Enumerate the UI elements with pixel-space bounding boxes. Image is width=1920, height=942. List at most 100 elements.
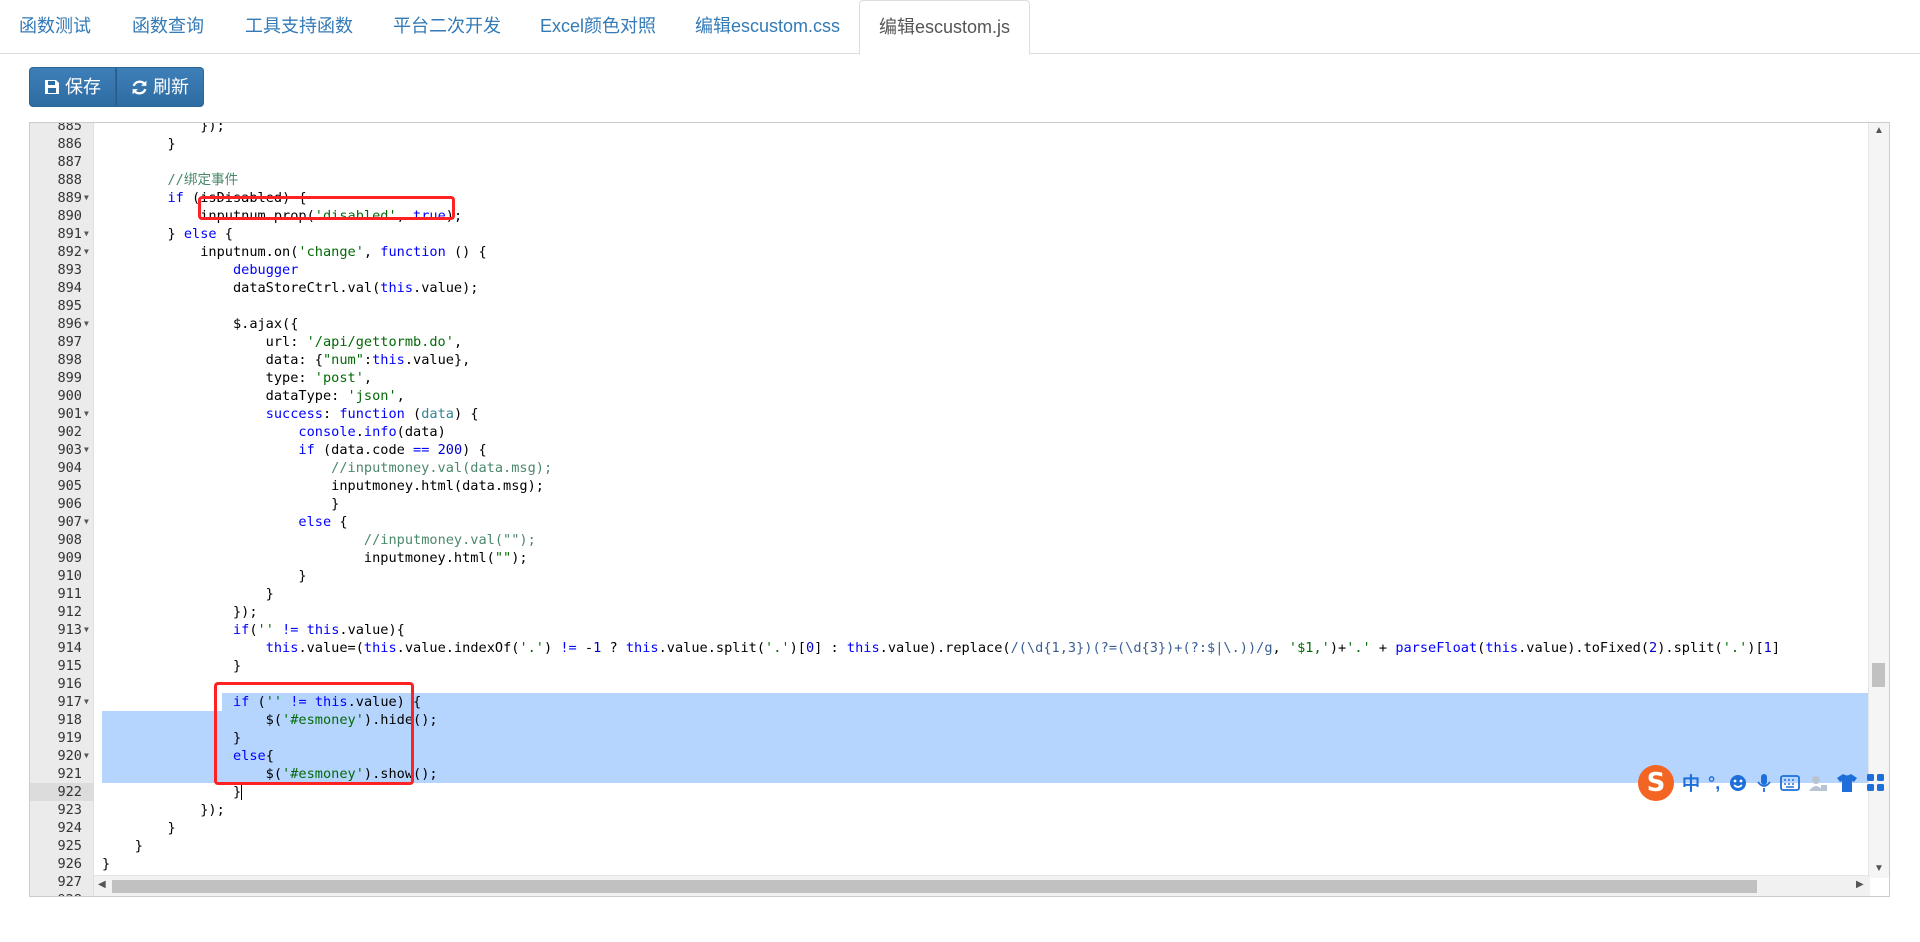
scroll-right-icon[interactable]: ▶: [1856, 879, 1864, 890]
code-line[interactable]: 888 //绑定事件: [30, 171, 1870, 189]
code-text: inputmoney.html(data.msg);: [102, 478, 544, 494]
emoji-icon[interactable]: [1728, 773, 1748, 793]
code-line[interactable]: 892 ▼ inputnum.on('change', function () {: [30, 243, 1870, 261]
code-line[interactable]: 917 ▼ if ('' != this.value) {: [30, 693, 1870, 711]
horizontal-scroll-thumb[interactable]: [112, 880, 1757, 893]
code-line[interactable]: 907 ▼ else {: [30, 513, 1870, 531]
code-text: if ('' != this.value) {: [232, 694, 422, 710]
code-line[interactable]: 901 ▼ success: function (data) {: [30, 405, 1870, 423]
code-line[interactable]: 896 ▼ $.ajax({: [30, 315, 1870, 333]
code-line[interactable]: 915 }: [30, 657, 1870, 675]
code-line[interactable]: 909 inputmoney.html("");: [30, 549, 1870, 567]
code-line[interactable]: 902 console.info(data): [30, 423, 1870, 441]
code-line[interactable]: 922 }: [30, 783, 1870, 801]
code-line[interactable]: 910 }: [30, 567, 1870, 585]
line-number: 887: [57, 154, 82, 170]
code-line[interactable]: 926}: [30, 855, 1870, 873]
refresh-icon: [132, 80, 147, 94]
code-line[interactable]: 887: [30, 153, 1870, 171]
line-number: 895: [57, 298, 82, 314]
fold-toggle-icon[interactable]: ▼: [84, 405, 94, 423]
fold-toggle-icon[interactable]: ▼: [84, 189, 94, 207]
line-number: 886: [57, 136, 82, 152]
code-line[interactable]: 920 ▼ else{: [30, 747, 1870, 765]
code-line[interactable]: 899 type: 'post',: [30, 369, 1870, 387]
tab-0[interactable]: 函数测试: [0, 0, 110, 54]
tab-5[interactable]: 编辑escustom.css: [676, 0, 859, 54]
skin-shirt-icon[interactable]: [1836, 773, 1858, 793]
sogou-logo-icon[interactable]: S: [1638, 765, 1674, 801]
code-line[interactable]: 900 dataType: 'json',: [30, 387, 1870, 405]
code-lines[interactable]: 885 }); 886 } 887 888 //绑定事件 889 ▼ if (isDisa…: [30, 122, 1870, 896]
scroll-left-icon[interactable]: ◀: [98, 879, 106, 890]
scroll-up-icon[interactable]: ▲: [1874, 125, 1884, 136]
ime-punct-toggle[interactable]: °,: [1708, 773, 1720, 794]
code-line[interactable]: 894 dataStoreCtrl.val(this.value);: [30, 279, 1870, 297]
code-line[interactable]: 916: [30, 675, 1870, 693]
scroll-down-icon[interactable]: ▼: [1874, 863, 1884, 874]
fold-toggle-icon[interactable]: ▼: [84, 693, 94, 711]
code-text: }: [102, 586, 274, 602]
microphone-icon[interactable]: [1756, 773, 1772, 793]
code-line[interactable]: 903 ▼ if (data.code == 200) {: [30, 441, 1870, 459]
code-line[interactable]: 918 $('#esmoney').hide();: [30, 711, 1870, 729]
vertical-scroll-thumb[interactable]: [1872, 663, 1885, 687]
horizontal-scrollbar[interactable]: ◀ ▶: [94, 875, 1870, 896]
line-number: 920: [57, 748, 82, 764]
code-line[interactable]: 885 });: [30, 122, 1870, 135]
save-button[interactable]: 保存: [29, 67, 116, 107]
code-line[interactable]: 890 inputnum.prop('disabled', true);: [30, 207, 1870, 225]
code-line[interactable]: 906 }: [30, 495, 1870, 513]
code-line[interactable]: 924 }: [30, 819, 1870, 837]
user-icon[interactable]: [1808, 773, 1828, 793]
fold-toggle-icon[interactable]: ▼: [84, 441, 94, 459]
code-line[interactable]: 889 ▼ if (isDisabled) {: [30, 189, 1870, 207]
code-line[interactable]: 898 data: {"num":this.value},: [30, 351, 1870, 369]
keyboard-icon[interactable]: [1780, 775, 1801, 791]
fold-toggle-icon[interactable]: ▼: [84, 315, 94, 333]
fold-toggle-icon[interactable]: ▼: [84, 513, 94, 531]
code-text: }: [102, 838, 143, 854]
code-line[interactable]: 913 ▼ if('' != this.value){: [30, 621, 1870, 639]
line-number: 919: [57, 730, 82, 746]
code-line[interactable]: 904 //inputmoney.val(data.msg);: [30, 459, 1870, 477]
code-text: });: [102, 802, 225, 818]
toolbox-grid-icon[interactable]: [1866, 773, 1886, 793]
refresh-button[interactable]: 刷新: [116, 67, 204, 107]
line-number: 924: [57, 820, 82, 836]
fold-toggle-icon[interactable]: ▼: [84, 747, 94, 765]
code-line[interactable]: 921 $('#esmoney').show();: [30, 765, 1870, 783]
code-line[interactable]: 886 }: [30, 135, 1870, 153]
line-number: 916: [57, 676, 82, 692]
tab-1[interactable]: 函数查询: [113, 0, 223, 54]
code-line[interactable]: 905 inputmoney.html(data.msg);: [30, 477, 1870, 495]
code-line[interactable]: 914 this.value=(this.value.indexOf('.') …: [30, 639, 1870, 657]
code-line[interactable]: 908 //inputmoney.val("");: [30, 531, 1870, 549]
code-line[interactable]: 912 });: [30, 603, 1870, 621]
fold-toggle-icon[interactable]: ▼: [84, 225, 94, 243]
code-line[interactable]: 911 }: [30, 585, 1870, 603]
line-number: 922: [30, 783, 94, 801]
line-number: 885: [57, 122, 82, 134]
code-line[interactable]: 925 }: [30, 837, 1870, 855]
code-editor[interactable]: 885 }); 886 } 887 888 //绑定事件 889 ▼ if (isDisa…: [29, 122, 1890, 897]
code-line[interactable]: 897 url: '/api/gettormb.do',: [30, 333, 1870, 351]
line-number: 904: [57, 460, 82, 476]
code-text: type: 'post',: [102, 370, 373, 386]
fold-toggle-icon[interactable]: ▼: [84, 243, 94, 261]
tab-4[interactable]: Excel颜色对照: [521, 0, 675, 54]
code-line[interactable]: 919 }: [30, 729, 1870, 747]
fold-toggle-icon[interactable]: ▼: [84, 621, 94, 639]
code-text: }: [102, 568, 307, 584]
code-line[interactable]: 891 ▼ } else {: [30, 225, 1870, 243]
code-line[interactable]: 895: [30, 297, 1870, 315]
tab-6[interactable]: 编辑escustom.js: [859, 0, 1031, 55]
code-line[interactable]: 893 debugger: [30, 261, 1870, 279]
tab-bar: 函数测试 函数查询 工具支持函数 平台二次开发 Excel颜色对照 编辑escustom.…: [0, 0, 1920, 55]
code-text: debugger: [232, 262, 299, 278]
code-line[interactable]: 923 });: [30, 801, 1870, 819]
tab-2[interactable]: 工具支持函数: [226, 0, 372, 54]
save-icon: [45, 80, 59, 94]
tab-3[interactable]: 平台二次开发: [374, 0, 520, 54]
ime-lang-toggle[interactable]: 中: [1682, 770, 1700, 796]
